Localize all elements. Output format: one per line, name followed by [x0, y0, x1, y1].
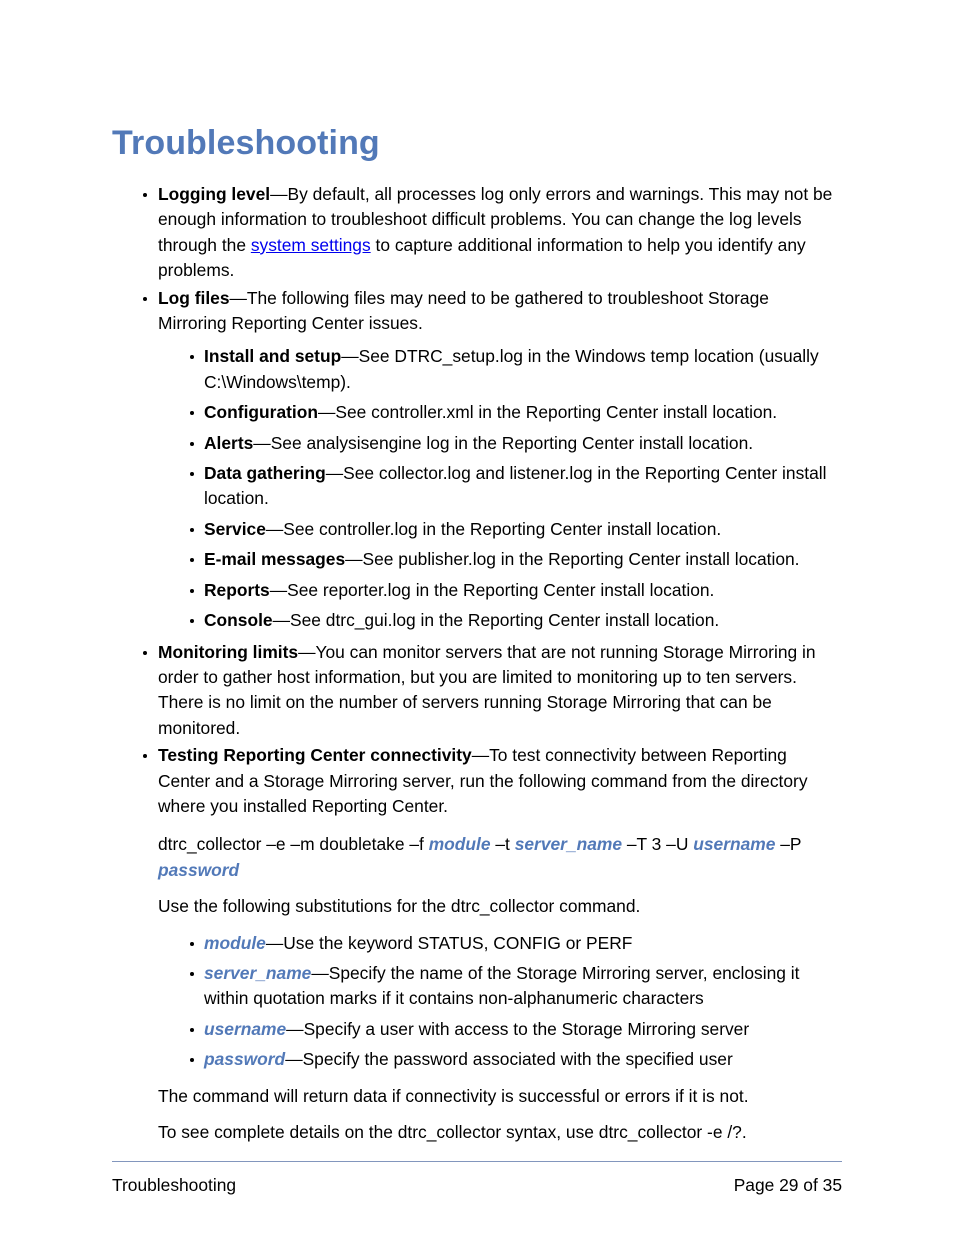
- footer-row: Troubleshooting Page 29 of 35: [112, 1174, 842, 1196]
- placeholder-server-name: server_name: [514, 834, 623, 855]
- em-dash: —: [345, 549, 363, 570]
- em-dash: —: [269, 579, 288, 600]
- term-log-files: Log files: [158, 287, 230, 308]
- placeholder-username: username: [204, 1018, 287, 1039]
- em-dash: —: [325, 463, 344, 484]
- closing-paragraph-2: To see complete details on the dtrc_coll…: [158, 1122, 747, 1142]
- em-dash: —: [285, 1049, 303, 1070]
- em-dash: —: [265, 518, 284, 539]
- em-dash: —: [265, 932, 284, 953]
- bullet-monitoring-limits: Monitoring limits—You can monitor server…: [112, 640, 842, 742]
- term-console: Console: [204, 610, 273, 631]
- top-level-bullet-list: Logging level—By default, all processes …: [112, 182, 842, 1145]
- placeholder-module: module: [428, 834, 491, 855]
- em-dash: —: [471, 745, 490, 766]
- item-text: Specify a user with access to the Storag…: [303, 1018, 750, 1039]
- command-segment-1: dtrc_collector –e –m doubletake –f: [158, 834, 429, 855]
- term-monitoring-limits: Monitoring limits: [158, 641, 299, 662]
- closing-paragraphs: The command will return data if connecti…: [158, 1084, 842, 1146]
- page-footer: Troubleshooting Page 29 of 35: [112, 1161, 842, 1196]
- term-data-gathering: Data gathering: [204, 463, 326, 484]
- item-text: See publisher.log in the Reporting Cente…: [362, 549, 800, 570]
- em-dash: —: [298, 641, 316, 662]
- system-settings-link[interactable]: system settings: [251, 235, 371, 255]
- bullet-testing-connectivity: Testing Reporting Center connectivity—To…: [112, 743, 842, 1145]
- dtrc-collector-command: dtrc_collector –e –m doubletake –f modul…: [158, 832, 842, 883]
- list-item: server_name—Specify the name of the Stor…: [158, 961, 842, 1012]
- item-text: See dtrc_gui.log in the Reporting Center…: [290, 610, 720, 631]
- placeholder-server-name: server_name: [204, 962, 312, 983]
- footer-divider: [112, 1161, 842, 1162]
- list-item: Alerts—See analysisengine log in the Rep…: [158, 431, 842, 456]
- em-dash: —: [253, 432, 271, 453]
- command-segment-2: –t: [490, 834, 515, 855]
- term-service: Service: [204, 518, 266, 539]
- term-testing-connectivity: Testing Reporting Center connectivity: [158, 745, 472, 766]
- substitutions-list: module—Use the keyword STATUS, CONFIG or…: [158, 931, 842, 1073]
- em-dash: —: [286, 1018, 304, 1039]
- item-text: See reporter.log in the Reporting Center…: [287, 579, 715, 600]
- list-item: username—Specify a user with access to t…: [158, 1017, 842, 1042]
- term-install-and-setup: Install and setup: [204, 346, 342, 367]
- item-text: Specify the password associated with the…: [302, 1049, 733, 1070]
- log-files-sublist: Install and setup—See DTRC_setup.log in …: [158, 344, 842, 633]
- item-text: See controller.xml in the Reporting Cent…: [335, 402, 778, 423]
- closing-paragraph-1: The command will return data if connecti…: [158, 1085, 749, 1106]
- placeholder-password: password: [158, 859, 240, 880]
- term-configuration: Configuration: [204, 402, 318, 423]
- em-dash: —: [341, 346, 359, 367]
- term-reports: Reports: [204, 579, 270, 600]
- placeholder-module: module: [204, 932, 266, 953]
- term-email-messages: E-mail messages: [204, 549, 346, 570]
- command-segment-3: –T 3 –U: [622, 834, 694, 855]
- em-dash: —: [272, 610, 290, 631]
- page-content: Troubleshooting Logging level—By default…: [112, 122, 842, 1156]
- command-segment-4: –P: [775, 834, 802, 855]
- list-item: Reports—See reporter.log in the Reportin…: [158, 578, 842, 603]
- list-item: E-mail messages—See publisher.log in the…: [158, 547, 842, 572]
- list-item: password—Specify the password associated…: [158, 1047, 842, 1072]
- footer-section-label: Troubleshooting: [112, 1175, 237, 1195]
- em-dash: —: [229, 287, 247, 308]
- list-item: Service—See controller.log in the Report…: [158, 517, 842, 542]
- placeholder-username: username: [693, 834, 776, 855]
- bullet-logging-level: Logging level—By default, all processes …: [112, 182, 842, 284]
- list-item: Install and setup—See DTRC_setup.log in …: [158, 344, 842, 395]
- document-page: Troubleshooting Logging level—By default…: [0, 0, 954, 1235]
- footer-page-number: Page 29 of 35: [733, 1175, 842, 1195]
- list-item: Configuration—See controller.xml in the …: [158, 400, 842, 425]
- term-logging-level: Logging level: [158, 184, 271, 204]
- substitutions-intro: Use the following substitutions for the …: [158, 896, 641, 917]
- term-alerts: Alerts: [204, 432, 254, 453]
- list-item: Data gathering—See collector.log and lis…: [158, 461, 842, 512]
- em-dash: —: [270, 184, 288, 204]
- item-text: Use the keyword STATUS, CONFIG or PERF: [283, 932, 633, 953]
- bullet-log-files: Log files—The following files may need t…: [112, 286, 842, 634]
- list-item: Console—See dtrc_gui.log in the Reportin…: [158, 608, 842, 633]
- item-text: See controller.log in the Reporting Cent…: [283, 518, 722, 539]
- page-title: Troubleshooting: [112, 124, 380, 162]
- list-item: module—Use the keyword STATUS, CONFIG or…: [158, 931, 842, 956]
- log-files-sublist-wrapper: Install and setup—See DTRC_setup.log in …: [158, 344, 842, 633]
- log-files-text: The following files may need to be gathe…: [158, 287, 769, 334]
- em-dash: —: [317, 402, 336, 423]
- item-text: See analysisengine log in the Reporting …: [270, 432, 754, 453]
- placeholder-password: password: [204, 1049, 286, 1070]
- em-dash: —: [311, 962, 329, 983]
